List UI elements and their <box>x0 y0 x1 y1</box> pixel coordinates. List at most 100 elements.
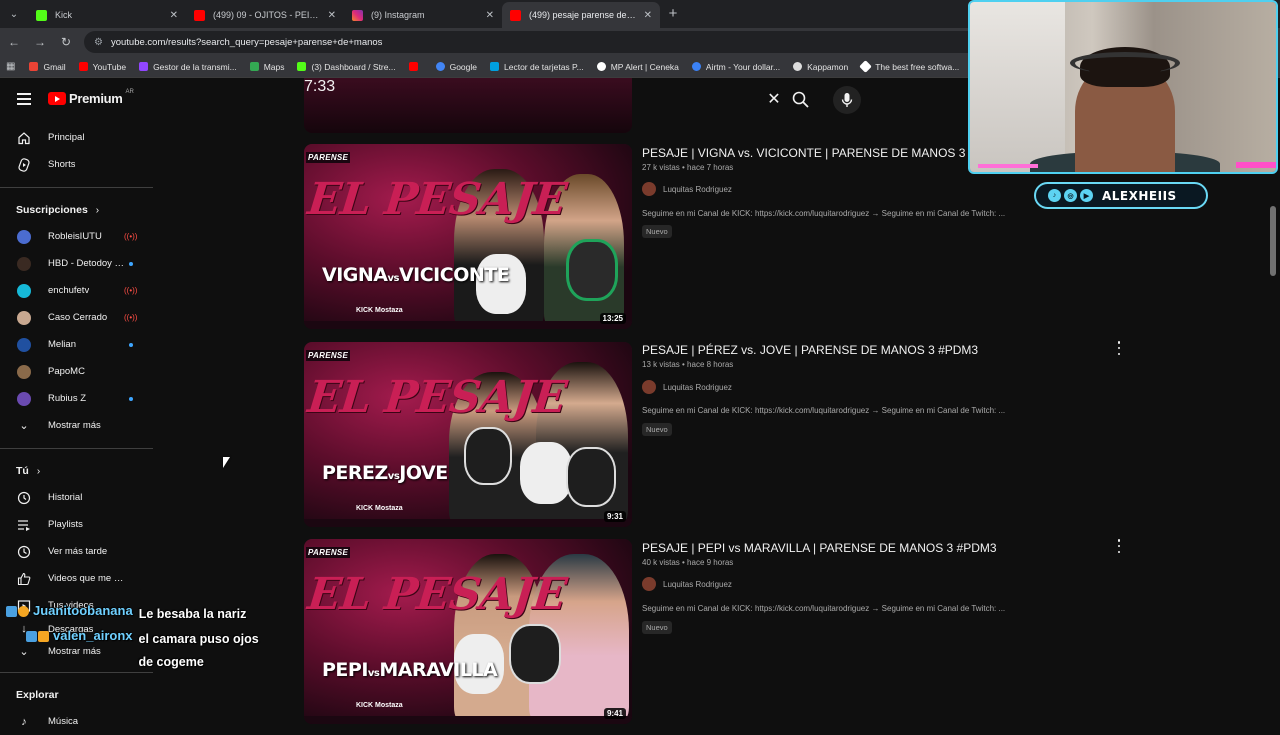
tab-kick[interactable]: Kick ✕ <box>28 2 186 28</box>
live-indicator-icon: ((•)) <box>124 286 138 295</box>
sidebar-item-playlists[interactable]: Playlists <box>0 511 155 538</box>
chat-message: valen_aironx el camara puso ojos de coge… <box>6 628 296 674</box>
fighter-b: VICICONTE <box>398 264 510 286</box>
address-bar[interactable]: ⚙ youtube.com/results?search_query=pesaj… <box>84 31 984 53</box>
bookmark[interactable]: The best free softwa... <box>859 60 960 73</box>
video-title[interactable]: PESAJE | PÉREZ vs. JOVE | PARENSE DE MAN… <box>642 343 978 357</box>
forward-icon[interactable]: → <box>28 35 52 49</box>
sidebar-item-subscription[interactable]: Rubius Z <box>0 385 155 412</box>
close-tab-icon[interactable]: ✕ <box>644 10 652 21</box>
new-content-dot <box>129 396 133 401</box>
url-text: youtube.com/results?search_query=pesaje+… <box>110 36 383 48</box>
video-title[interactable]: PESAJE | PEPI vs MARAVILLA | PARENSE DE … <box>642 541 997 555</box>
bookmark[interactable]: Kappamon <box>793 62 848 72</box>
video-thumbnail[interactable]: PARENSE EL PESAJE PEREZvsJOVE KICK Mosta… <box>304 342 632 527</box>
more-actions-icon[interactable] <box>1115 539 1123 553</box>
tab-instagram[interactable]: (9) Instagram ✕ <box>344 2 502 28</box>
new-tab-button[interactable]: + <box>660 2 686 28</box>
back-icon[interactable]: ← <box>2 35 26 49</box>
channel-link[interactable]: Luquitas Rodriguez <box>642 182 732 196</box>
thumbnail-brand: PARENSE <box>306 152 351 163</box>
video-thumbnail[interactable]: PARENSE EL PESAJE PEPIvsMARAVILLA KICK M… <box>304 539 632 724</box>
mp-alert-icon <box>596 62 606 71</box>
sidebar-item-label: Música <box>48 716 79 727</box>
thumbnail-title: EL PESAJE <box>305 372 569 423</box>
site-info-icon[interactable]: ⚙ <box>94 37 103 48</box>
tab-title: (499) pesaje parense de manos <box>529 10 638 20</box>
thumbnail-strip <box>304 519 632 527</box>
bookmark[interactable]: MP Alert | Ceneka <box>596 62 679 72</box>
sidebar-item-label: HBD - Detodoy R... <box>48 258 128 269</box>
view-count: 13 k vistas <box>642 360 680 369</box>
apps-grid-icon[interactable]: ▦ <box>6 61 15 72</box>
bookmark-label: (3) Dashboard / Stre... <box>311 61 396 72</box>
webcam-shelf <box>970 2 1065 172</box>
sidebar-item-subscription[interactable]: PapoMC <box>0 358 155 385</box>
bookmark[interactable]: Airtm - Your dollar... <box>691 61 781 72</box>
tab-youtube-ojitos[interactable]: (499) 09 - OJITOS - PEIPPER feat. … ✕ <box>186 2 344 28</box>
close-tab-icon[interactable]: ✕ <box>486 10 494 21</box>
sidebar-item-shorts[interactable]: Shorts <box>0 151 155 178</box>
subscriptions-header[interactable]: Suscripciones › <box>0 197 155 223</box>
channel-link[interactable]: Luquitas Rodriguez <box>642 380 732 394</box>
bookmark[interactable]: Gmail <box>29 62 66 72</box>
channel-name: Luquitas Rodriguez <box>663 579 732 589</box>
bookmark-label: Gestor de la transmi... <box>153 61 237 72</box>
sidebar-item-label: Principal <box>48 132 85 143</box>
video-title[interactable]: PESAJE | VIGNA vs. VICICONTE | PARENSE D… <box>642 146 992 160</box>
bookmark[interactable]: Maps <box>249 62 284 72</box>
reload-icon[interactable]: ↻ <box>54 35 78 49</box>
view-count: 40 k vistas <box>642 558 680 567</box>
sidebar-item-subscription[interactable]: Caso Cerrado ((•)) <box>0 304 155 331</box>
you-header[interactable]: Tú › <box>0 458 155 484</box>
youtube-premium-logo[interactable]: Premium AR <box>48 89 134 106</box>
channel-avatar <box>642 182 656 196</box>
video-thumbnail-partial[interactable]: 7:33 <box>304 78 632 133</box>
sidebar-item-ver-mas-tarde[interactable]: Ver más tarde <box>0 538 155 565</box>
youtube-icon <box>78 62 88 71</box>
streamer-socials-badge: ♪ ◎ ▶ ALEXHEIIS <box>1034 182 1208 209</box>
sidebar-item-label: Playlists <box>48 519 83 530</box>
bookmark-label: Lector de tarjetas P... <box>504 61 584 72</box>
thumbnail-matchup: PEPIvsMARAVILLA <box>322 659 498 681</box>
chat-username: valen_aironx <box>53 628 133 643</box>
bookmark-label: The best free softwa... <box>875 61 960 72</box>
sidebar-item-musica[interactable]: ♪ Música <box>0 708 155 735</box>
sidebar-item-liked-videos[interactable]: Videos que me gus... <box>0 565 155 592</box>
sidebar-item-principal[interactable]: Principal <box>0 124 155 151</box>
sidebar-item-historial[interactable]: Historial <box>0 484 155 511</box>
instagram-favicon-icon <box>352 9 363 21</box>
sidebar-item-subscription[interactable]: Melian <box>0 331 155 358</box>
channel-avatar <box>642 380 656 394</box>
bookmark[interactable] <box>408 62 423 71</box>
sidebar-item-label: Caso Cerrado <box>48 312 108 323</box>
more-actions-icon[interactable] <box>1115 341 1123 355</box>
thumbnail-brand: PARENSE <box>306 350 351 361</box>
sidebar-item-subscription[interactable]: enchufetv ((•)) <box>0 277 155 304</box>
channel-link[interactable]: Luquitas Rodriguez <box>642 577 732 591</box>
close-tab-icon[interactable]: ✕ <box>170 10 178 21</box>
tab-youtube-pesaje[interactable]: (499) pesaje parense de manos ✕ <box>502 2 660 28</box>
logo-text: Premium <box>69 91 123 106</box>
bookmark[interactable]: (3) Dashboard / Stre... <box>297 61 396 72</box>
page-scrollbar[interactable] <box>1270 206 1276 276</box>
bookmark[interactable]: YouTube <box>78 62 126 72</box>
gift-badge-icon <box>38 631 49 642</box>
led-light <box>1236 162 1276 168</box>
sidebar-item-subscription[interactable]: RobleisIUTU ((•)) <box>0 223 155 250</box>
shorts-icon <box>16 157 32 173</box>
bookmark[interactable]: Google <box>435 62 477 72</box>
bookmark[interactable]: Lector de tarjetas P... <box>490 62 584 72</box>
tab-search-icon[interactable]: ⌄ <box>0 0 28 28</box>
chat-username: Juanitoobanana <box>33 603 133 618</box>
webcam-overlay <box>968 0 1278 174</box>
show-more-subscriptions-button[interactable]: ⌄ Mostrar más <box>0 412 155 439</box>
bookmark-label: Airtm - Your dollar... <box>705 61 781 72</box>
bookmark[interactable]: Gestor de la transmi... <box>139 62 237 72</box>
menu-icon[interactable] <box>17 93 31 105</box>
sidebar-item-subscription[interactable]: HBD - Detodoy R... <box>0 250 155 277</box>
close-tab-icon[interactable]: ✕ <box>328 10 336 21</box>
fighter-a: PEPI <box>322 659 368 681</box>
watch-later-icon <box>16 544 32 560</box>
video-thumbnail[interactable]: PARENSE EL PESAJE VIGNAvsVICICONTE KICK … <box>304 144 632 329</box>
